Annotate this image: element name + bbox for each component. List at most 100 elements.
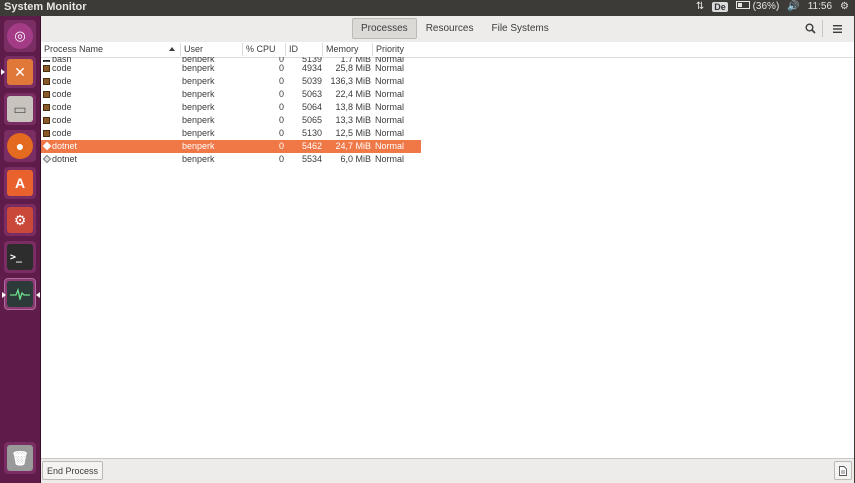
session-gear-icon[interactable]: ⚙ [840, 1, 849, 12]
memory-cell: 22,4 MiB [335, 89, 371, 99]
cpu-cell: 0 [278, 128, 284, 138]
process-name-cell: code [52, 63, 72, 73]
process-list: bash benperk 0 5139 1,7 MiB Normal code benperk… [41, 57, 421, 166]
running-indicator [2, 292, 6, 298]
indicators: ⇅ De (36%) 🔊 11:56 ⚙ [696, 1, 849, 12]
table-row[interactable]: code benperk 0 4934 25,8 MiB Normal [41, 62, 421, 75]
hamburger-menu-icon [832, 24, 842, 33]
running-indicator [1, 69, 5, 75]
id-cell: 5130 [301, 128, 322, 138]
battery-icon [735, 1, 750, 9]
user-cell: benperk [182, 115, 215, 125]
table-row[interactable]: code benperk 0 5065 13,3 MiB Normal [41, 114, 421, 127]
tab-processes[interactable]: Processes [352, 18, 417, 39]
process-name-cell: code [52, 89, 72, 99]
tab-file-systems[interactable]: File Systems [483, 18, 558, 39]
memory-cell: 12,5 MiB [335, 128, 371, 138]
id-cell: 5064 [301, 102, 322, 112]
cpu-cell: 0 [278, 115, 284, 125]
table-row[interactable]: dotnet benperk 0 5462 24,7 MiB Normal [41, 140, 421, 153]
activity-graph-icon [10, 288, 30, 300]
properties-button[interactable] [834, 461, 852, 480]
column-header-memory[interactable]: Memory [323, 43, 373, 56]
column-header-cpu[interactable]: % CPU [243, 43, 286, 56]
search-button[interactable] [799, 18, 821, 39]
id-cell: 5462 [301, 141, 322, 151]
cpu-cell: 0 [278, 76, 284, 86]
cpu-cell: 0 [278, 102, 284, 112]
column-header-id[interactable]: ID [286, 43, 323, 56]
user-cell: benperk [182, 63, 215, 73]
cpu-cell: 0 [278, 141, 284, 151]
trash-icon[interactable]: 🗑 [4, 442, 36, 474]
software-center-icon[interactable]: A [4, 167, 36, 199]
launcher: ◎ ✕ ▭ ● A ⚙ >_ 🗑 [0, 16, 41, 483]
vscode-icon[interactable]: ✕ [1, 56, 36, 88]
network-icon[interactable]: ⇅ [696, 1, 704, 12]
id-cell: 4934 [301, 63, 322, 73]
column-header-label: Process Name [44, 44, 104, 54]
priority-cell: Normal [375, 128, 405, 138]
priority-cell: Normal [375, 76, 405, 86]
priority-cell: Normal [375, 102, 405, 112]
user-cell: benperk [182, 154, 215, 164]
table-row[interactable]: code benperk 0 5063 22,4 MiB Normal [41, 88, 421, 101]
battery-indicator[interactable]: (36%) [735, 1, 779, 12]
system-monitor-window: Processes Resources File Systems Process… [41, 16, 854, 483]
table-row[interactable]: code benperk 0 5064 13,8 MiB Normal [41, 101, 421, 114]
priority-cell: Normal [375, 154, 405, 164]
bottom-bar: End Process [41, 458, 854, 483]
clock[interactable]: 11:56 [808, 1, 832, 12]
menu-button[interactable] [826, 18, 848, 39]
column-header-process-name[interactable]: Process Name [41, 43, 181, 56]
terminal-icon[interactable]: >_ [4, 241, 36, 273]
ubuntu-dash-icon[interactable]: ◎ [4, 20, 36, 52]
column-header-priority[interactable]: Priority [373, 43, 421, 56]
end-process-button[interactable]: End Process [42, 461, 104, 480]
column-header-label: % CPU [246, 44, 276, 54]
table-row[interactable]: code benperk 0 5130 12,5 MiB Normal [41, 127, 421, 140]
table-row[interactable]: code benperk 0 5039 136,3 MiB Normal [41, 75, 421, 88]
firefox-icon[interactable]: ● [4, 130, 36, 162]
memory-cell: 6,0 MiB [340, 154, 371, 164]
volume-icon[interactable]: 🔊 [787, 1, 799, 12]
user-cell: benperk [182, 128, 215, 138]
sort-ascending-icon [169, 47, 175, 51]
process-name-cell: code [52, 128, 72, 138]
code-process-icon [43, 104, 50, 111]
app-title: System Monitor [4, 1, 87, 13]
id-cell: 5534 [301, 154, 322, 164]
column-header-label: Priority [376, 44, 405, 54]
user-cell: benperk [182, 76, 215, 86]
column-header-label: User [184, 44, 204, 54]
code-process-icon [43, 65, 50, 72]
system-settings-icon[interactable]: ⚙ [4, 204, 36, 236]
priority-cell: Normal [375, 141, 405, 151]
memory-cell: 24,7 MiB [335, 141, 371, 151]
files-icon[interactable]: ▭ [4, 93, 36, 125]
memory-cell: 13,8 MiB [335, 102, 371, 112]
dotnet-process-icon [42, 154, 52, 164]
cpu-cell: 0 [278, 63, 284, 73]
keyboard-layout-indicator[interactable]: De [712, 1, 728, 12]
process-name-cell: code [52, 76, 72, 86]
memory-cell: 25,8 MiB [335, 63, 371, 73]
column-header-user[interactable]: User [181, 43, 243, 56]
id-cell: 5039 [301, 76, 322, 86]
table-row[interactable]: dotnet benperk 0 5534 6,0 MiB Normal [41, 153, 421, 166]
system-monitor-icon[interactable] [2, 278, 40, 310]
process-name-cell: code [52, 102, 72, 112]
view-switcher: Processes Resources File Systems [352, 18, 558, 39]
user-cell: benperk [182, 102, 215, 112]
code-process-icon [43, 117, 50, 124]
cpu-cell: 0 [278, 89, 284, 99]
tab-resources[interactable]: Resources [417, 18, 483, 39]
focused-indicator [36, 292, 40, 298]
column-header-label: Memory [326, 44, 359, 54]
priority-cell: Normal [375, 63, 405, 73]
top-panel: System Monitor ⇅ De (36%) 🔊 11:56 ⚙ [0, 0, 855, 16]
search-icon [805, 23, 816, 34]
priority-cell: Normal [375, 115, 405, 125]
dotnet-process-icon [42, 141, 52, 151]
priority-cell: Normal [375, 89, 405, 99]
